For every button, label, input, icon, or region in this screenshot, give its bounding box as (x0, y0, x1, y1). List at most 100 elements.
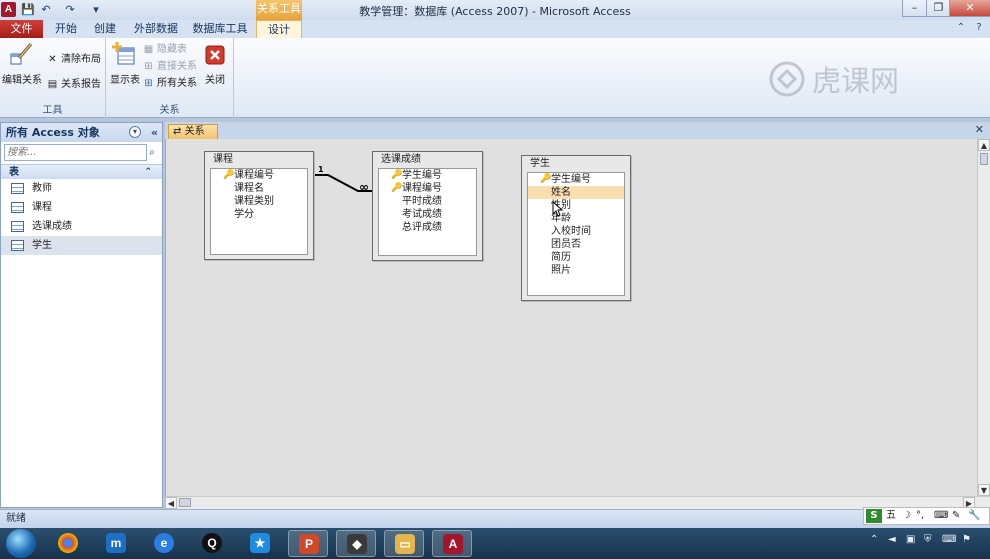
nav-header[interactable]: 所有 Access 对象 ▾ « (1, 123, 162, 142)
nav-item-label: 学生 (32, 240, 52, 251)
taskbar-maxthon[interactable]: m (96, 530, 136, 557)
tab-create[interactable]: 创建 (86, 20, 124, 38)
tab-home[interactable]: 开始 (47, 20, 85, 38)
clear-layout-button[interactable]: ✕ 清除布局 (46, 52, 101, 67)
taskbar-assistant[interactable]: ★ (240, 530, 280, 557)
ime-mode-label[interactable]: 五 (886, 508, 896, 524)
all-relationships-button[interactable]: ⊞ 所有关系 (142, 76, 197, 91)
hide-table-label: 隐藏表 (157, 44, 187, 55)
table-window-course[interactable]: 课程 🔑 课程编号 课程名 课程类别 学分 (204, 151, 314, 260)
one-side-label: 1 (318, 165, 324, 174)
punctuation-icon[interactable]: °, (916, 508, 924, 524)
table-title[interactable]: 学生 (522, 156, 630, 172)
tab-file[interactable]: 文件 (0, 20, 43, 38)
field-row[interactable]: 🔑 学生编号 (528, 173, 624, 186)
taskbar-access[interactable]: A (432, 530, 472, 557)
help-icon[interactable]: ? (972, 21, 986, 35)
show-table-button[interactable]: 显示表 (108, 42, 142, 86)
field-name: 课程类别 (234, 196, 274, 207)
field-name: 照片 (551, 265, 571, 276)
nav-item-course-scores[interactable]: 选课成绩 (1, 217, 162, 236)
field-row[interactable]: 考试成绩 (379, 208, 476, 221)
nav-menu-chevron-icon[interactable]: ▾ (129, 126, 141, 138)
all-relationships-label: 所有关系 (157, 78, 197, 89)
edit-relationships-button[interactable]: 编辑关系 (2, 42, 42, 86)
field-row[interactable]: 🔑 课程编号 (211, 169, 307, 182)
nav-group-label: 表 (9, 167, 19, 178)
tab-relationships-document[interactable]: ⇄ 关系 (168, 124, 218, 139)
close-document-icon[interactable]: ✕ (975, 123, 984, 136)
input-method-toolbar[interactable]: S 五 ☽ °, ⌨ ✎ 🔧 (863, 507, 990, 525)
moon-icon[interactable]: ☽ (902, 508, 911, 524)
taskbar-powerpoint[interactable]: P (288, 530, 328, 557)
tray-flag-icon[interactable]: ⚑ (962, 534, 971, 545)
field-row[interactable]: 平时成绩 (379, 195, 476, 208)
field-row[interactable]: 照片 (528, 264, 624, 277)
minimize-button[interactable]: – (902, 0, 927, 17)
field-row[interactable]: 团员否 (528, 238, 624, 251)
scroll-up-icon[interactable]: ▲ (978, 139, 990, 151)
qq-penguin-icon: Q (202, 533, 222, 553)
keyboard-icon[interactable]: ⌨ (934, 508, 948, 524)
vertical-scrollbar[interactable]: ▲ ▼ (977, 139, 990, 496)
taskbar-browser[interactable]: e (144, 530, 184, 557)
relationships-canvas[interactable]: 1 ∞ 课程 🔑 课程编号 课程名 课程类别 学分 选课成绩 🔑 学生编号 🔑 课程编… (165, 139, 977, 496)
nav-group-tables[interactable]: 表 ⌃ (1, 164, 162, 179)
tray-arrow-icon[interactable]: ⌃ (870, 534, 878, 545)
many-side-label: ∞ (359, 180, 369, 194)
field-row[interactable]: 简历 (528, 251, 624, 264)
field-row[interactable]: 入校时间 (528, 225, 624, 238)
pen-icon[interactable]: ✎ (952, 508, 960, 524)
nav-item-teacher[interactable]: 教师 (1, 179, 162, 198)
access-icon: A (443, 534, 463, 554)
field-row[interactable]: 🔑 学生编号 (379, 169, 476, 182)
close-relationships-button[interactable]: 关闭 (200, 42, 230, 86)
field-row[interactable]: 🔑 课程编号 (379, 182, 476, 195)
tray-network-icon[interactable]: ▣ (906, 534, 915, 545)
taskbar-explorer[interactable]: ▭ (384, 530, 424, 557)
field-row[interactable]: 性别 (528, 199, 624, 212)
field-row[interactable]: 课程名 (211, 182, 307, 195)
field-row[interactable]: 课程类别 (211, 195, 307, 208)
relationship-report-button[interactable]: ▤ 关系报告 (46, 77, 101, 92)
ribbon-minimize-icon[interactable]: ⌃ (954, 21, 968, 35)
folder-icon: ▭ (395, 534, 415, 554)
vertical-scroll-thumb[interactable] (980, 153, 988, 165)
nav-item-student[interactable]: 学生 (1, 236, 162, 255)
nav-collapse-icon[interactable]: « (151, 123, 158, 142)
chevron-up-icon[interactable]: ⌃ (144, 165, 152, 180)
direct-relationships-button[interactable]: ⊞ 直接关系 (142, 59, 197, 74)
maxthon-icon: m (106, 533, 126, 553)
table-title[interactable]: 选课成绩 (373, 152, 482, 168)
table-icon (11, 221, 24, 232)
nav-item-course[interactable]: 课程 (1, 198, 162, 217)
nav-search-input[interactable] (4, 144, 147, 161)
start-button[interactable] (6, 529, 36, 558)
table-window-course-scores[interactable]: 选课成绩 🔑 学生编号 🔑 课程编号 平时成绩 考试成绩 总评成绩 (372, 151, 483, 261)
sogou-ime-icon[interactable]: S (866, 509, 882, 523)
field-row-selected[interactable]: 姓名 (528, 186, 624, 199)
tray-shield-icon[interactable]: ⛨ (924, 534, 932, 545)
tab-design[interactable]: 设计 (256, 20, 302, 38)
restore-button[interactable]: ❐ (926, 0, 951, 17)
field-row[interactable]: 学分 (211, 208, 307, 221)
search-icon[interactable]: ⌕ (145, 144, 159, 161)
table-title[interactable]: 课程 (205, 152, 313, 168)
taskbar-media[interactable]: ◆ (336, 530, 376, 557)
tray-volume-icon[interactable]: ◄ (888, 534, 896, 545)
hide-table-button[interactable]: ▦ 隐藏表 (142, 42, 187, 57)
table-window-student[interactable]: 学生 🔑 学生编号 姓名 性别 年龄 入校时间 团员否 简历 照片 (521, 155, 631, 301)
nav-item-label: 教师 (32, 183, 52, 194)
field-row[interactable]: 年龄 (528, 212, 624, 225)
taskbar-qq[interactable]: Q (192, 530, 232, 557)
scroll-down-icon[interactable]: ▼ (978, 484, 990, 496)
tab-external-data[interactable]: 外部数据 (128, 20, 184, 38)
scroll-left-icon[interactable]: ◀ (165, 497, 177, 509)
tab-database-tools[interactable]: 数据库工具 (188, 20, 252, 38)
taskbar-chrome[interactable] (48, 530, 88, 557)
horizontal-scroll-thumb[interactable] (179, 498, 191, 507)
wrench-icon[interactable]: 🔧 (968, 508, 980, 524)
tray-keyboard-icon[interactable]: ⌨ (942, 534, 956, 545)
close-window-button[interactable]: ✕ (949, 0, 990, 17)
field-row[interactable]: 总评成绩 (379, 221, 476, 234)
